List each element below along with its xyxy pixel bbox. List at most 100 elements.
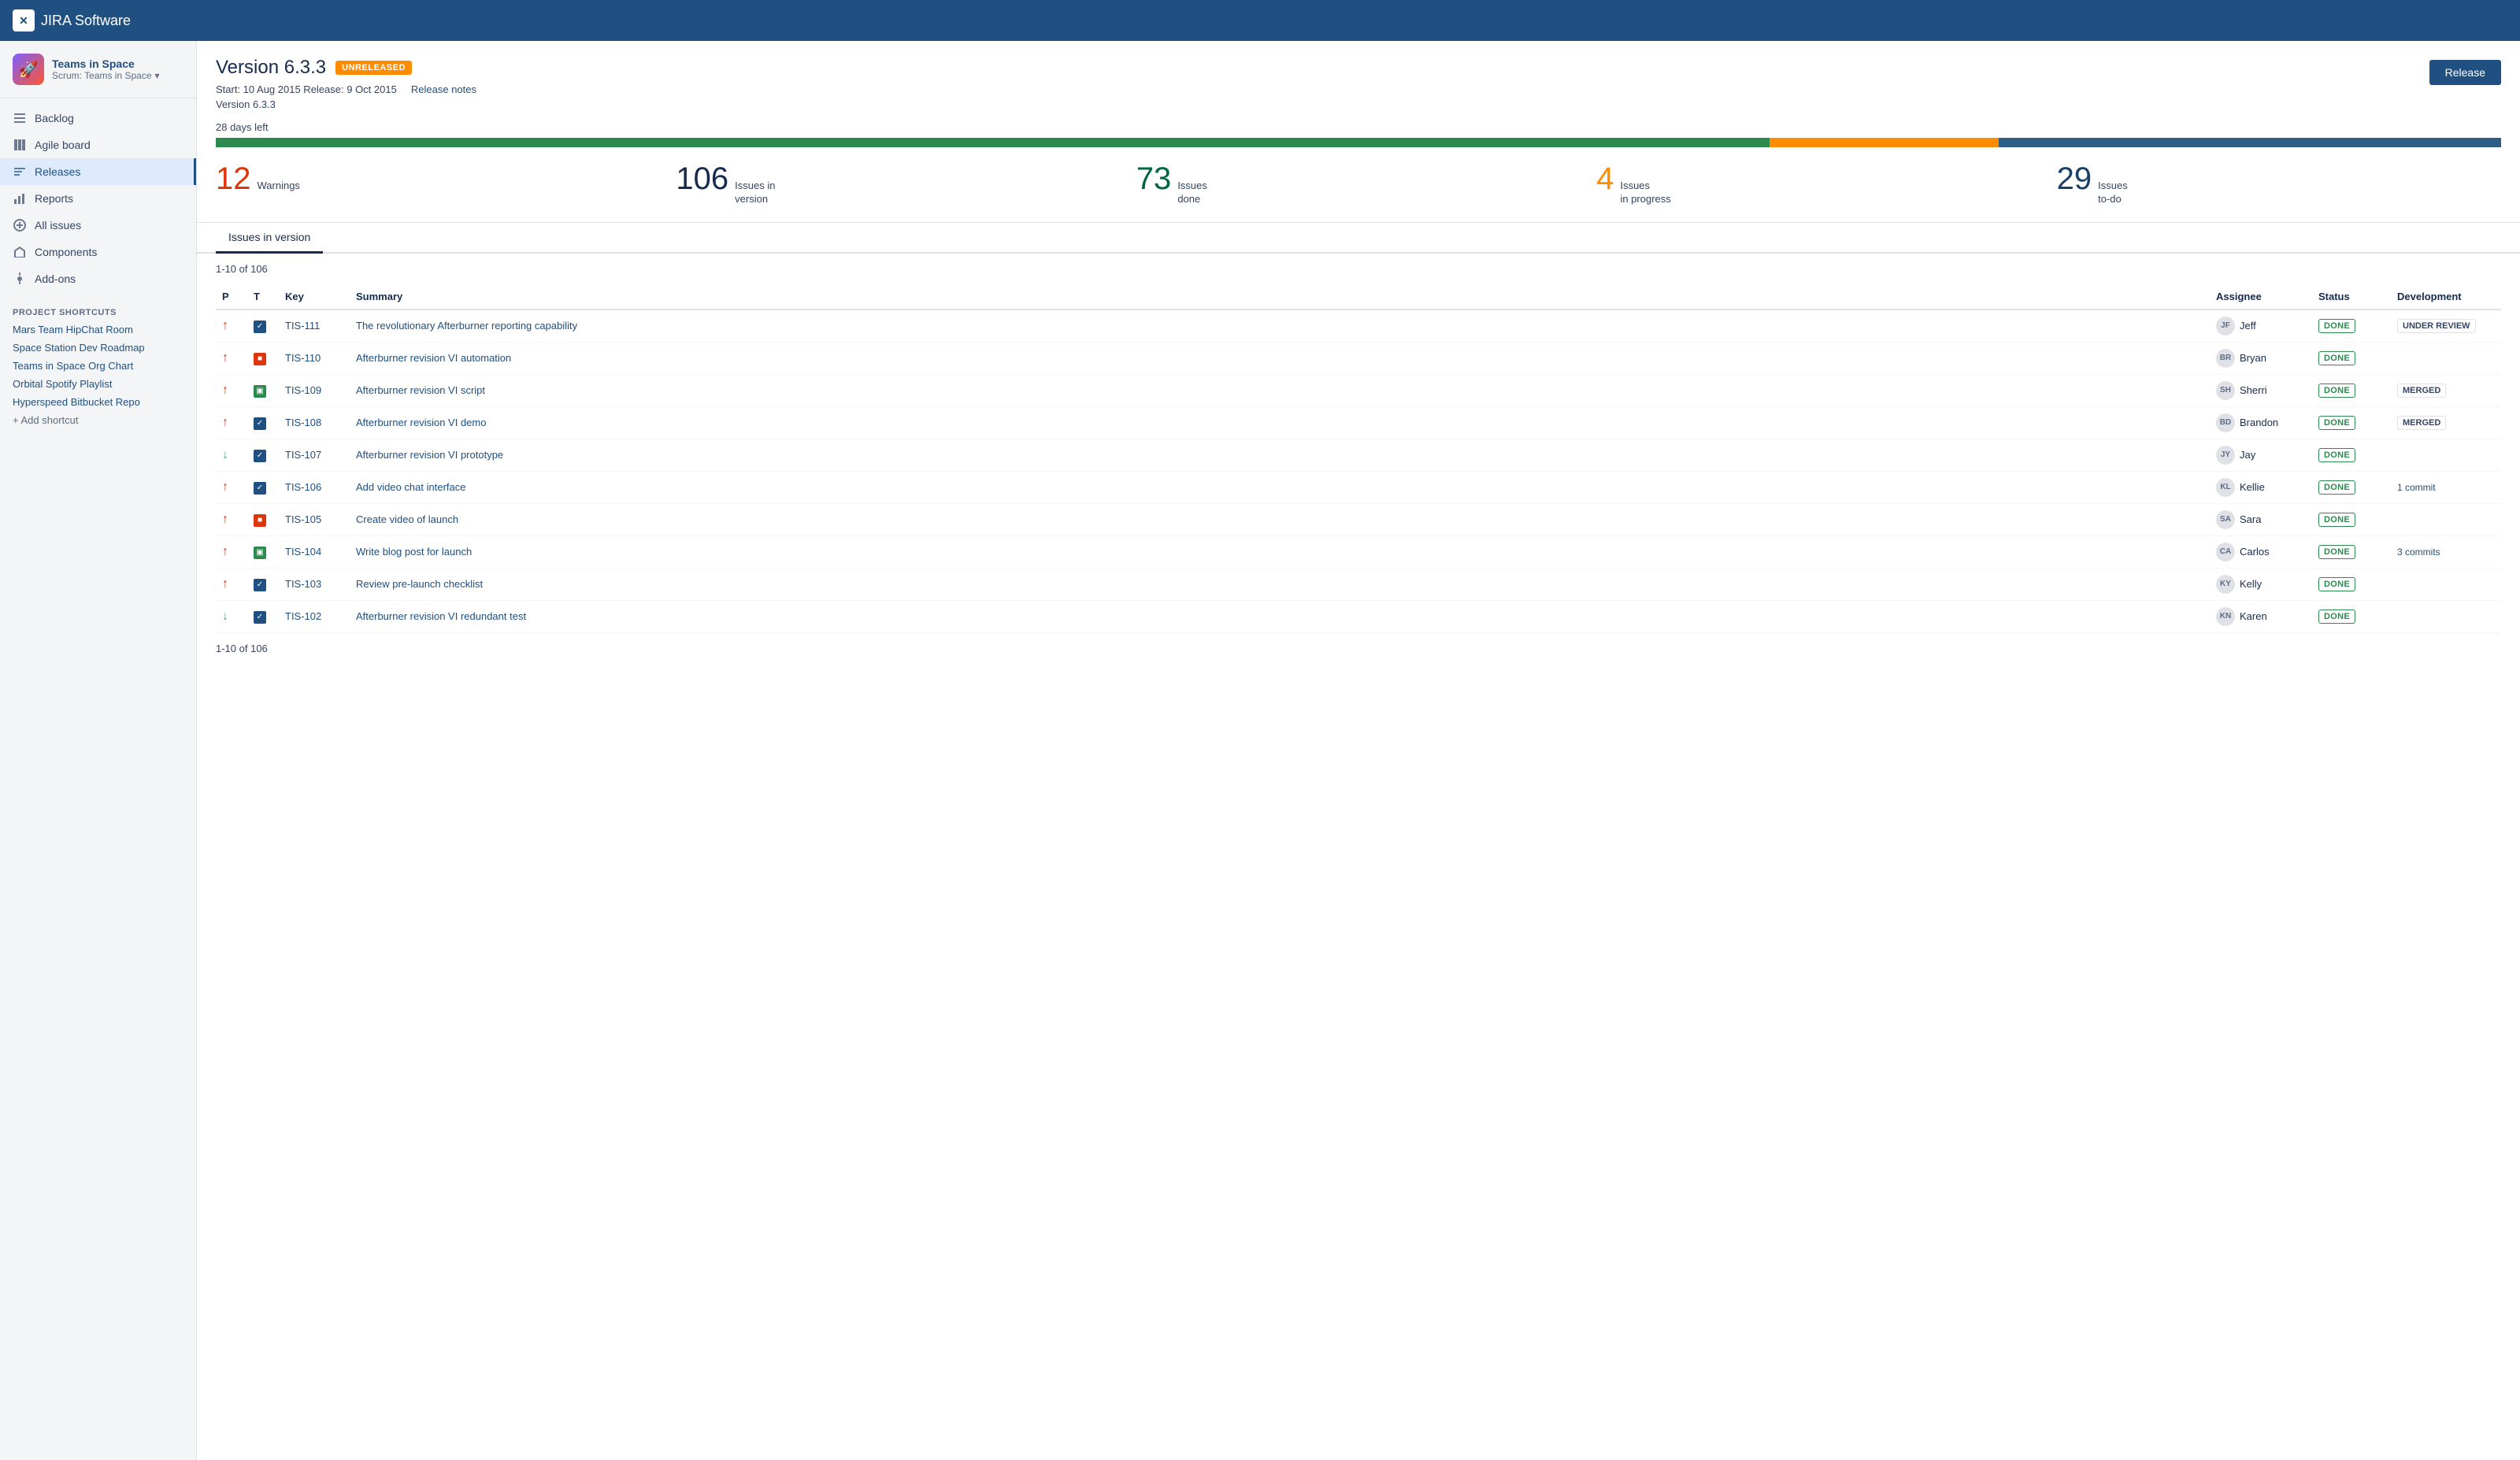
summary-cell[interactable]: Afterburner revision VI prototype xyxy=(350,439,2210,471)
type-cell: ✓ xyxy=(247,568,279,600)
reports-label: Reports xyxy=(35,192,73,205)
issue-key-link[interactable]: TIS-105 xyxy=(285,513,321,525)
progress-done xyxy=(216,138,1770,147)
issue-summary-link[interactable]: Afterburner revision VI script xyxy=(356,384,485,396)
dev-badge: UNDER REVIEW xyxy=(2397,319,2476,333)
summary-cell[interactable]: Afterburner revision VI script xyxy=(350,374,2210,406)
issue-summary-link[interactable]: Review pre-launch checklist xyxy=(356,578,483,590)
assignee-name: Jay xyxy=(2240,449,2255,461)
dev-link[interactable]: 1 commit xyxy=(2397,482,2436,493)
dev-cell[interactable]: UNDER REVIEW xyxy=(2391,309,2501,343)
issue-key-link[interactable]: TIS-103 xyxy=(285,578,321,590)
dev-cell[interactable]: MERGED xyxy=(2391,406,2501,439)
issue-key-link[interactable]: TIS-102 xyxy=(285,610,321,622)
shortcut-mars[interactable]: Mars Team HipChat Room xyxy=(0,321,196,339)
table-count-bottom: 1-10 of 106 xyxy=(216,633,2501,670)
assignee-cell: JFJeff xyxy=(2210,309,2312,343)
shortcut-orbital[interactable]: Orbital Spotify Playlist xyxy=(0,375,196,393)
type-cell: ■ xyxy=(247,503,279,535)
summary-cell[interactable]: The revolutionary Afterburner reporting … xyxy=(350,309,2210,343)
issue-key-link[interactable]: TIS-104 xyxy=(285,546,321,558)
assignee-cell: KLKellie xyxy=(2210,471,2312,503)
sidebar-item-all-issues[interactable]: All issues xyxy=(0,212,196,239)
sidebar-item-add-ons[interactable]: Add-ons xyxy=(0,265,196,292)
issue-summary-link[interactable]: Afterburner revision VI automation xyxy=(356,352,511,364)
table-header-row: P T Key Summary Assignee Status Developm… xyxy=(216,284,2501,309)
dev-cell[interactable]: 1 commit xyxy=(2391,471,2501,503)
all-issues-label: All issues xyxy=(35,219,81,232)
type-cell: ✓ xyxy=(247,600,279,632)
releases-label: Releases xyxy=(35,165,80,178)
key-cell[interactable]: TIS-108 xyxy=(279,406,350,439)
project-header[interactable]: Teams in Space Scrum: Teams in Space ▾ xyxy=(0,41,196,98)
key-cell[interactable]: TIS-106 xyxy=(279,471,350,503)
key-cell[interactable]: TIS-105 xyxy=(279,503,350,535)
sidebar-item-backlog[interactable]: Backlog xyxy=(0,105,196,132)
issue-key-link[interactable]: TIS-108 xyxy=(285,417,321,428)
issue-summary-link[interactable]: Add video chat interface xyxy=(356,481,465,493)
sidebar-item-agile-board[interactable]: Agile board xyxy=(0,132,196,158)
sidebar-item-components[interactable]: Components xyxy=(0,239,196,265)
stat-issues-todo: 29 Issuesto-do xyxy=(2041,163,2501,206)
priority-up-icon: ↑ xyxy=(222,416,228,429)
dev-cell xyxy=(2391,568,2501,600)
dev-link[interactable]: 3 commits xyxy=(2397,547,2440,558)
dev-cell[interactable]: MERGED xyxy=(2391,374,2501,406)
type-cell: ✓ xyxy=(247,309,279,343)
add-shortcut-button[interactable]: + Add shortcut xyxy=(0,411,196,429)
stat-issues-in-version: 106 Issues inversion xyxy=(660,163,1120,206)
issue-key-link[interactable]: TIS-111 xyxy=(285,320,320,332)
summary-cell[interactable]: Create video of launch xyxy=(350,503,2210,535)
key-cell[interactable]: TIS-111 xyxy=(279,309,350,343)
sidebar-item-reports[interactable]: Reports xyxy=(0,185,196,212)
project-type-dropdown[interactable]: Scrum: Teams in Space ▾ xyxy=(52,70,160,81)
priority-cell: ↓ xyxy=(216,439,247,471)
status-badge: DONE xyxy=(2318,545,2355,559)
logo[interactable]: JIRA Software xyxy=(13,9,131,31)
dev-cell[interactable]: 3 commits xyxy=(2391,535,2501,568)
assignee-cell: SHSherri xyxy=(2210,374,2312,406)
issue-summary-link[interactable]: Afterburner revision VI prototype xyxy=(356,449,503,461)
avatar: BR xyxy=(2216,349,2235,368)
priority-cell: ↑ xyxy=(216,374,247,406)
summary-cell[interactable]: Review pre-launch checklist xyxy=(350,568,2210,600)
issue-key-link[interactable]: TIS-106 xyxy=(285,481,321,493)
issue-summary-link[interactable]: Afterburner revision VI redundant test xyxy=(356,610,526,622)
issue-key-link[interactable]: TIS-107 xyxy=(285,449,321,461)
release-notes-link[interactable]: Release notes xyxy=(411,83,476,95)
summary-cell[interactable]: Afterburner revision VI automation xyxy=(350,342,2210,374)
key-cell[interactable]: TIS-102 xyxy=(279,600,350,632)
summary-cell[interactable]: Add video chat interface xyxy=(350,471,2210,503)
key-cell[interactable]: TIS-103 xyxy=(279,568,350,600)
issue-summary-link[interactable]: Create video of launch xyxy=(356,513,458,525)
tab-issues[interactable]: Issues in version xyxy=(216,223,323,254)
key-cell[interactable]: TIS-104 xyxy=(279,535,350,568)
sidebar-item-releases[interactable]: Releases xyxy=(0,158,196,185)
key-cell[interactable]: TIS-109 xyxy=(279,374,350,406)
sidebar-nav: Backlog Agile board Releases Reports All… xyxy=(0,98,196,298)
issue-summary-link[interactable]: Write blog post for launch xyxy=(356,546,472,558)
key-cell[interactable]: TIS-107 xyxy=(279,439,350,471)
shortcut-space-station[interactable]: Space Station Dev Roadmap xyxy=(0,339,196,357)
shortcut-teams-org[interactable]: Teams in Space Org Chart xyxy=(0,357,196,375)
issue-key-link[interactable]: TIS-109 xyxy=(285,384,321,396)
summary-cell[interactable]: Afterburner revision VI demo xyxy=(350,406,2210,439)
key-cell[interactable]: TIS-110 xyxy=(279,342,350,374)
issue-summary-link[interactable]: Afterburner revision VI demo xyxy=(356,417,486,428)
avatar: JY xyxy=(2216,446,2235,465)
release-button[interactable]: Release xyxy=(2429,60,2501,85)
logo-text: JIRA Software xyxy=(41,13,131,29)
issue-summary-link[interactable]: The revolutionary Afterburner reporting … xyxy=(356,320,577,332)
col-development: Development xyxy=(2391,284,2501,309)
summary-cell[interactable]: Write blog post for launch xyxy=(350,535,2210,568)
summary-cell[interactable]: Afterburner revision VI redundant test xyxy=(350,600,2210,632)
issue-key-link[interactable]: TIS-110 xyxy=(285,352,321,364)
status-cell: DONE xyxy=(2312,568,2391,600)
progress-section: 28 days left xyxy=(197,113,2520,147)
page-meta-dates: Start: 10 Aug 2015 Release: 9 Oct 2015 R… xyxy=(216,83,476,95)
assignee-name: Sherri xyxy=(2240,384,2267,396)
shortcut-hyperspeed[interactable]: Hyperspeed Bitbucket Repo xyxy=(0,393,196,411)
main-content: Version 6.3.3 UNRELEASED Start: 10 Aug 2… xyxy=(197,41,2520,1460)
issues-inprogress-label: Issuesin progress xyxy=(1620,180,1670,206)
assignee-name: Brandon xyxy=(2240,417,2278,428)
